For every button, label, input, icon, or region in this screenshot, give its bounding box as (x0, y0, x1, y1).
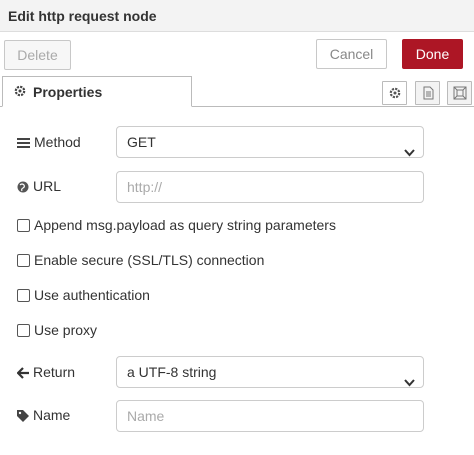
url-input[interactable]: http:// (116, 171, 424, 203)
method-label-wrap: Method (17, 134, 81, 150)
name-input[interactable]: Name (116, 400, 424, 432)
return-row: Return a UTF-8 string (0, 356, 474, 389)
authentication-option[interactable]: Use authentication (17, 287, 150, 303)
tab-properties-label: Properties (33, 84, 103, 100)
authentication-label: Use authentication (34, 287, 150, 303)
proxy-option[interactable]: Use proxy (17, 322, 97, 338)
append-payload-option[interactable]: Append msg.payload as query string param… (17, 217, 336, 233)
delete-button[interactable]: Delete (4, 40, 71, 70)
append-payload-checkbox[interactable] (17, 219, 30, 232)
name-label: Name (33, 407, 71, 423)
globe-icon (17, 178, 33, 194)
name-label-wrap: Name (17, 407, 70, 423)
return-value: a UTF-8 string (127, 364, 217, 380)
chevron-down-icon (404, 137, 415, 167)
tag-icon (17, 407, 33, 423)
url-label-wrap: URL (17, 178, 61, 194)
tray-header: Edit http request node (0, 0, 474, 32)
return-label: Return (33, 364, 76, 380)
tab-appearance[interactable] (447, 81, 472, 105)
return-select[interactable]: a UTF-8 string (116, 356, 424, 388)
list-icon (17, 134, 34, 150)
name-placeholder: Name (127, 408, 165, 424)
proxy-label: Use proxy (34, 322, 98, 338)
url-placeholder: http:// (127, 179, 163, 195)
arrow-left-icon (16, 364, 33, 380)
done-button[interactable]: Done (402, 39, 463, 69)
append-payload-label: Append msg.payload as query string param… (34, 217, 336, 233)
url-label: URL (33, 178, 62, 194)
secure-connection-option[interactable]: Enable secure (SSL/TLS) connection (17, 252, 264, 268)
method-value: GET (127, 134, 156, 150)
method-row: Method GET (0, 126, 474, 159)
secure-connection-checkbox[interactable] (17, 254, 30, 267)
return-label-wrap: Return (16, 364, 76, 380)
page-title: Edit http request node (8, 8, 157, 24)
proxy-checkbox[interactable] (17, 324, 30, 337)
cancel-button[interactable]: Cancel (316, 39, 387, 69)
tab-description[interactable] (415, 81, 440, 105)
tab-properties[interactable]: Properties (2, 76, 192, 107)
secure-connection-label: Enable secure (SSL/TLS) connection (34, 252, 265, 268)
tab-node-settings[interactable] (382, 81, 407, 105)
name-row: Name Name (0, 400, 474, 433)
url-row: URL http:// (0, 170, 474, 203)
authentication-checkbox[interactable] (17, 289, 30, 302)
method-select[interactable]: GET (116, 126, 424, 158)
tab-bar: Properties (0, 76, 474, 107)
gear-icon (13, 84, 27, 98)
chevron-down-icon (404, 367, 415, 397)
method-label: Method (34, 134, 81, 150)
